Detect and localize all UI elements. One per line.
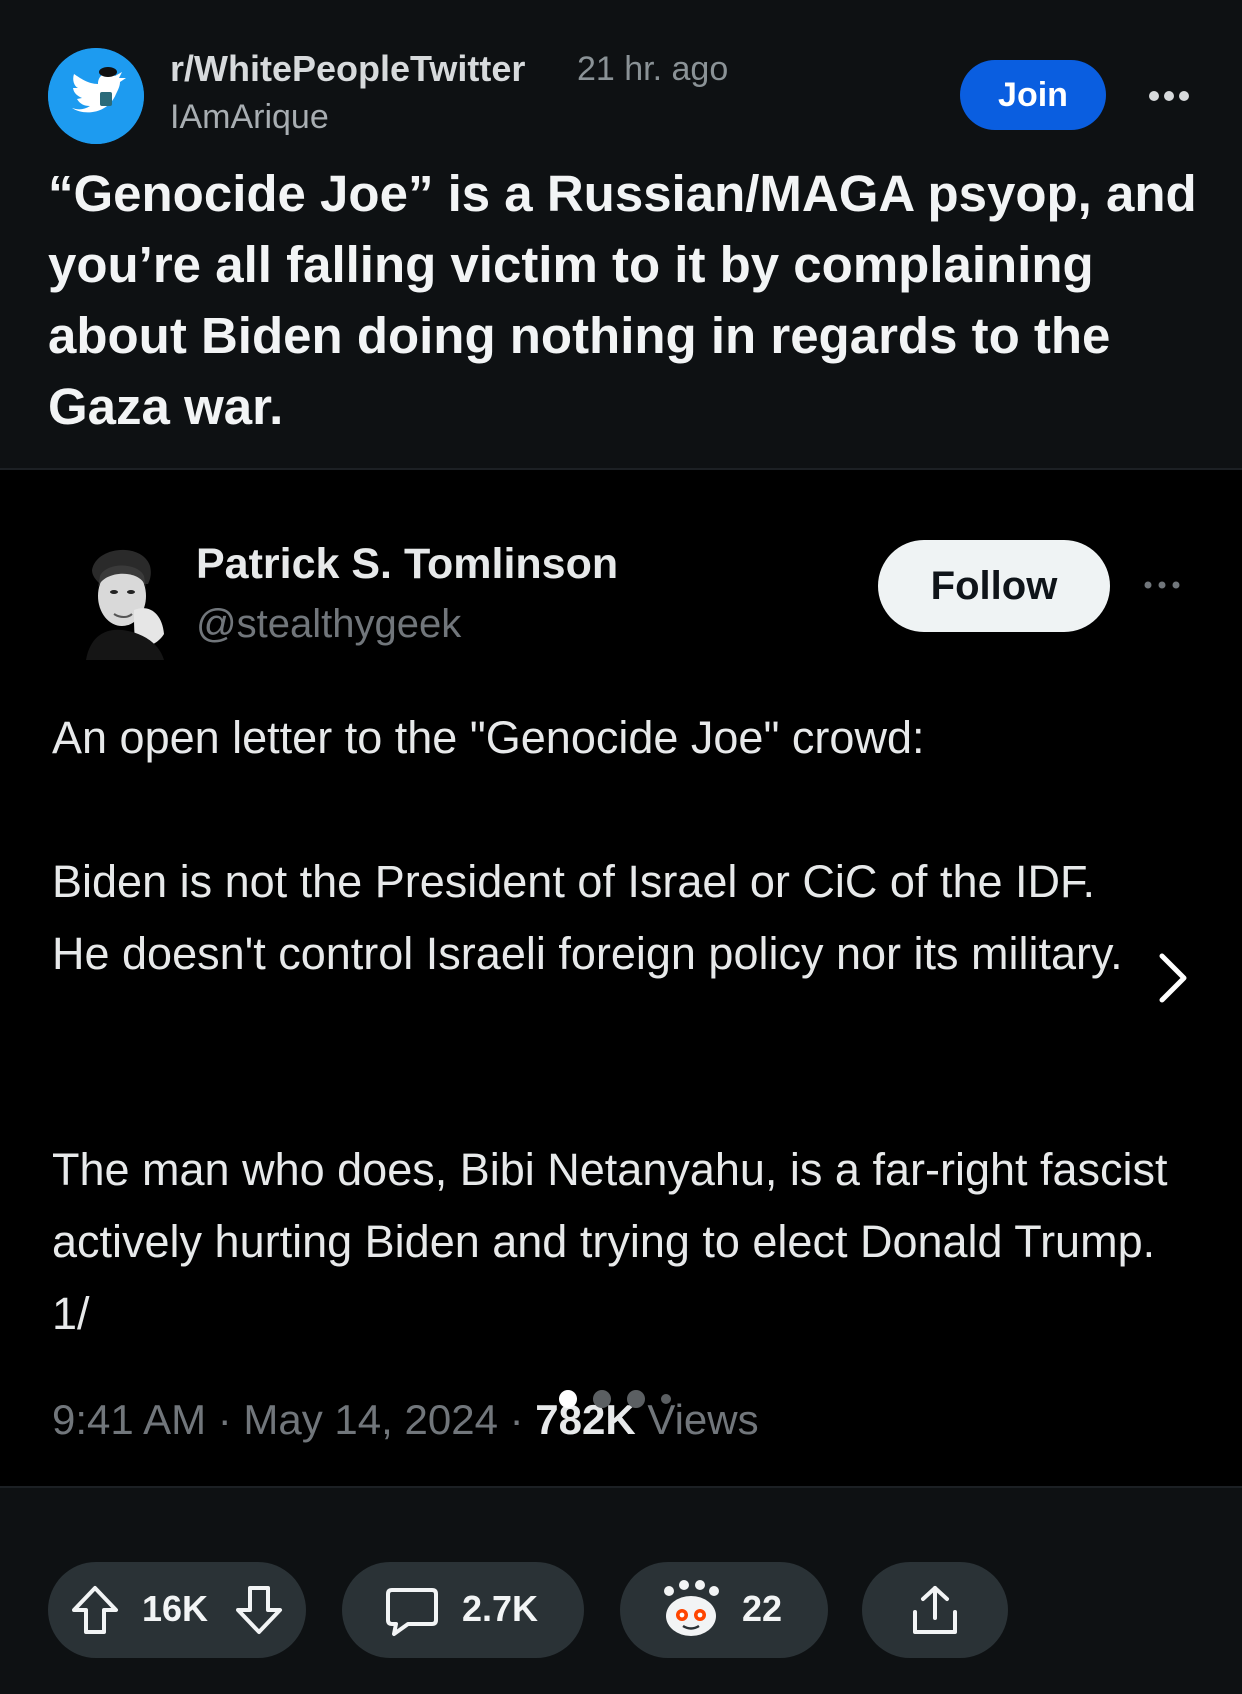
snoo-award-icon [664, 1580, 719, 1636]
post-timestamp: 21 hr. ago [577, 50, 729, 88]
comment-bubble-icon [386, 1588, 438, 1636]
tweet-author-avatar [78, 540, 168, 660]
carousel-indicator [558, 1389, 688, 1409]
comments-button[interactable]: 2.7K [342, 1562, 584, 1658]
twitter-bird-icon [48, 48, 144, 144]
carousel-dot [593, 1390, 611, 1408]
comment-count: 2.7K [462, 1588, 539, 1629]
tweet-follow-button: Follow [878, 540, 1110, 632]
post-author[interactable]: IAmArique [170, 98, 329, 137]
join-button[interactable]: Join [960, 60, 1106, 130]
upvote-arrow-icon[interactable] [70, 1584, 120, 1636]
tweet-author-name: Patrick S. Tomlinson [196, 540, 619, 588]
downvote-arrow-icon[interactable] [234, 1584, 284, 1636]
carousel-dot [627, 1390, 645, 1408]
tweet-text-paragraph: Biden is not the President of Israel or … [52, 856, 1123, 979]
tweet-text-paragraph: An open letter to the "Genocide Joe" cro… [52, 712, 925, 763]
tweet-text-paragraph: The man who does, Bibi Netanyahu, is a f… [52, 1144, 1168, 1339]
carousel-dot [661, 1394, 671, 1404]
subreddit-name[interactable]: r/WhitePeopleTwitter [170, 48, 525, 90]
tweet-author-handle: @stealthygeek [196, 602, 462, 646]
award-count: 22 [742, 1588, 783, 1629]
tweet-more-icon [1138, 570, 1188, 600]
subreddit-icon[interactable] [48, 48, 144, 144]
divider [0, 1486, 1242, 1488]
chevron-right-icon [1159, 953, 1187, 1003]
share-button[interactable] [862, 1562, 1008, 1658]
post-header: r/WhitePeopleTwitter 21 hr. ago IAmAriqu… [0, 0, 1242, 144]
carousel-dot-active [559, 1390, 577, 1408]
post-title[interactable]: “Genocide Joe” is a Russian/MAGA psyop, … [48, 158, 1198, 442]
vote-count: 16K [142, 1588, 209, 1629]
tweet-timestamp: 9:41 AM · May 14, 2024 · [52, 1396, 536, 1443]
more-horizontal-icon [1149, 91, 1189, 101]
post-more-button[interactable] [1140, 66, 1200, 126]
vote-bar: 16K [48, 1562, 306, 1658]
carousel-next-button[interactable] [1152, 950, 1192, 1006]
share-icon [913, 1586, 957, 1634]
award-button[interactable]: 22 [620, 1562, 828, 1658]
